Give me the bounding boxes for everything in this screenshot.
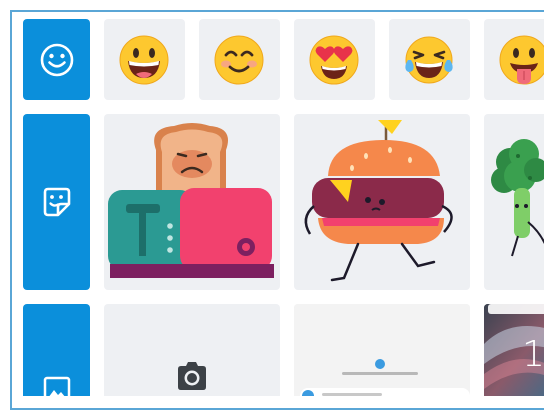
tears-of-joy-face-icon bbox=[405, 36, 453, 84]
camera-tile[interactable] bbox=[104, 304, 280, 396]
sticker-broccoli[interactable] bbox=[484, 114, 544, 290]
emoji-tongue-out[interactable] bbox=[484, 19, 544, 100]
emoji-smiling-blush[interactable] bbox=[199, 19, 280, 100]
recent-screenshot-photo[interactable] bbox=[294, 304, 470, 396]
emoji-grinning[interactable] bbox=[104, 19, 185, 100]
burger-sticker bbox=[304, 120, 453, 282]
broccoli-sticker bbox=[491, 139, 544, 257]
wallpaper-overlay-digit: 1 bbox=[522, 334, 544, 375]
heart-eyes-face-icon bbox=[309, 35, 359, 85]
grinning-face-icon bbox=[119, 35, 169, 85]
media-picker: 1 bbox=[0, 0, 544, 396]
sticker-toaster[interactable] bbox=[104, 114, 280, 290]
sticker-burger[interactable] bbox=[294, 114, 470, 290]
emoji-heart-eyes[interactable] bbox=[294, 19, 375, 100]
smiling-face-with-blush-icon bbox=[214, 35, 264, 85]
screenshot-thumbnail bbox=[294, 304, 470, 396]
category-stickers[interactable] bbox=[23, 114, 90, 290]
camera-icon bbox=[178, 362, 206, 390]
toaster-sticker bbox=[108, 123, 274, 278]
sticker-icon bbox=[43, 187, 70, 217]
category-photos[interactable] bbox=[23, 304, 90, 396]
recent-wallpaper-photo[interactable]: 1 bbox=[484, 304, 544, 396]
smiley-icon bbox=[40, 43, 73, 76]
tongue-out-face-icon bbox=[499, 35, 544, 85]
emoji-tears-of-joy[interactable] bbox=[389, 19, 470, 100]
image-icon bbox=[43, 376, 70, 396]
category-emoji[interactable] bbox=[23, 19, 90, 100]
